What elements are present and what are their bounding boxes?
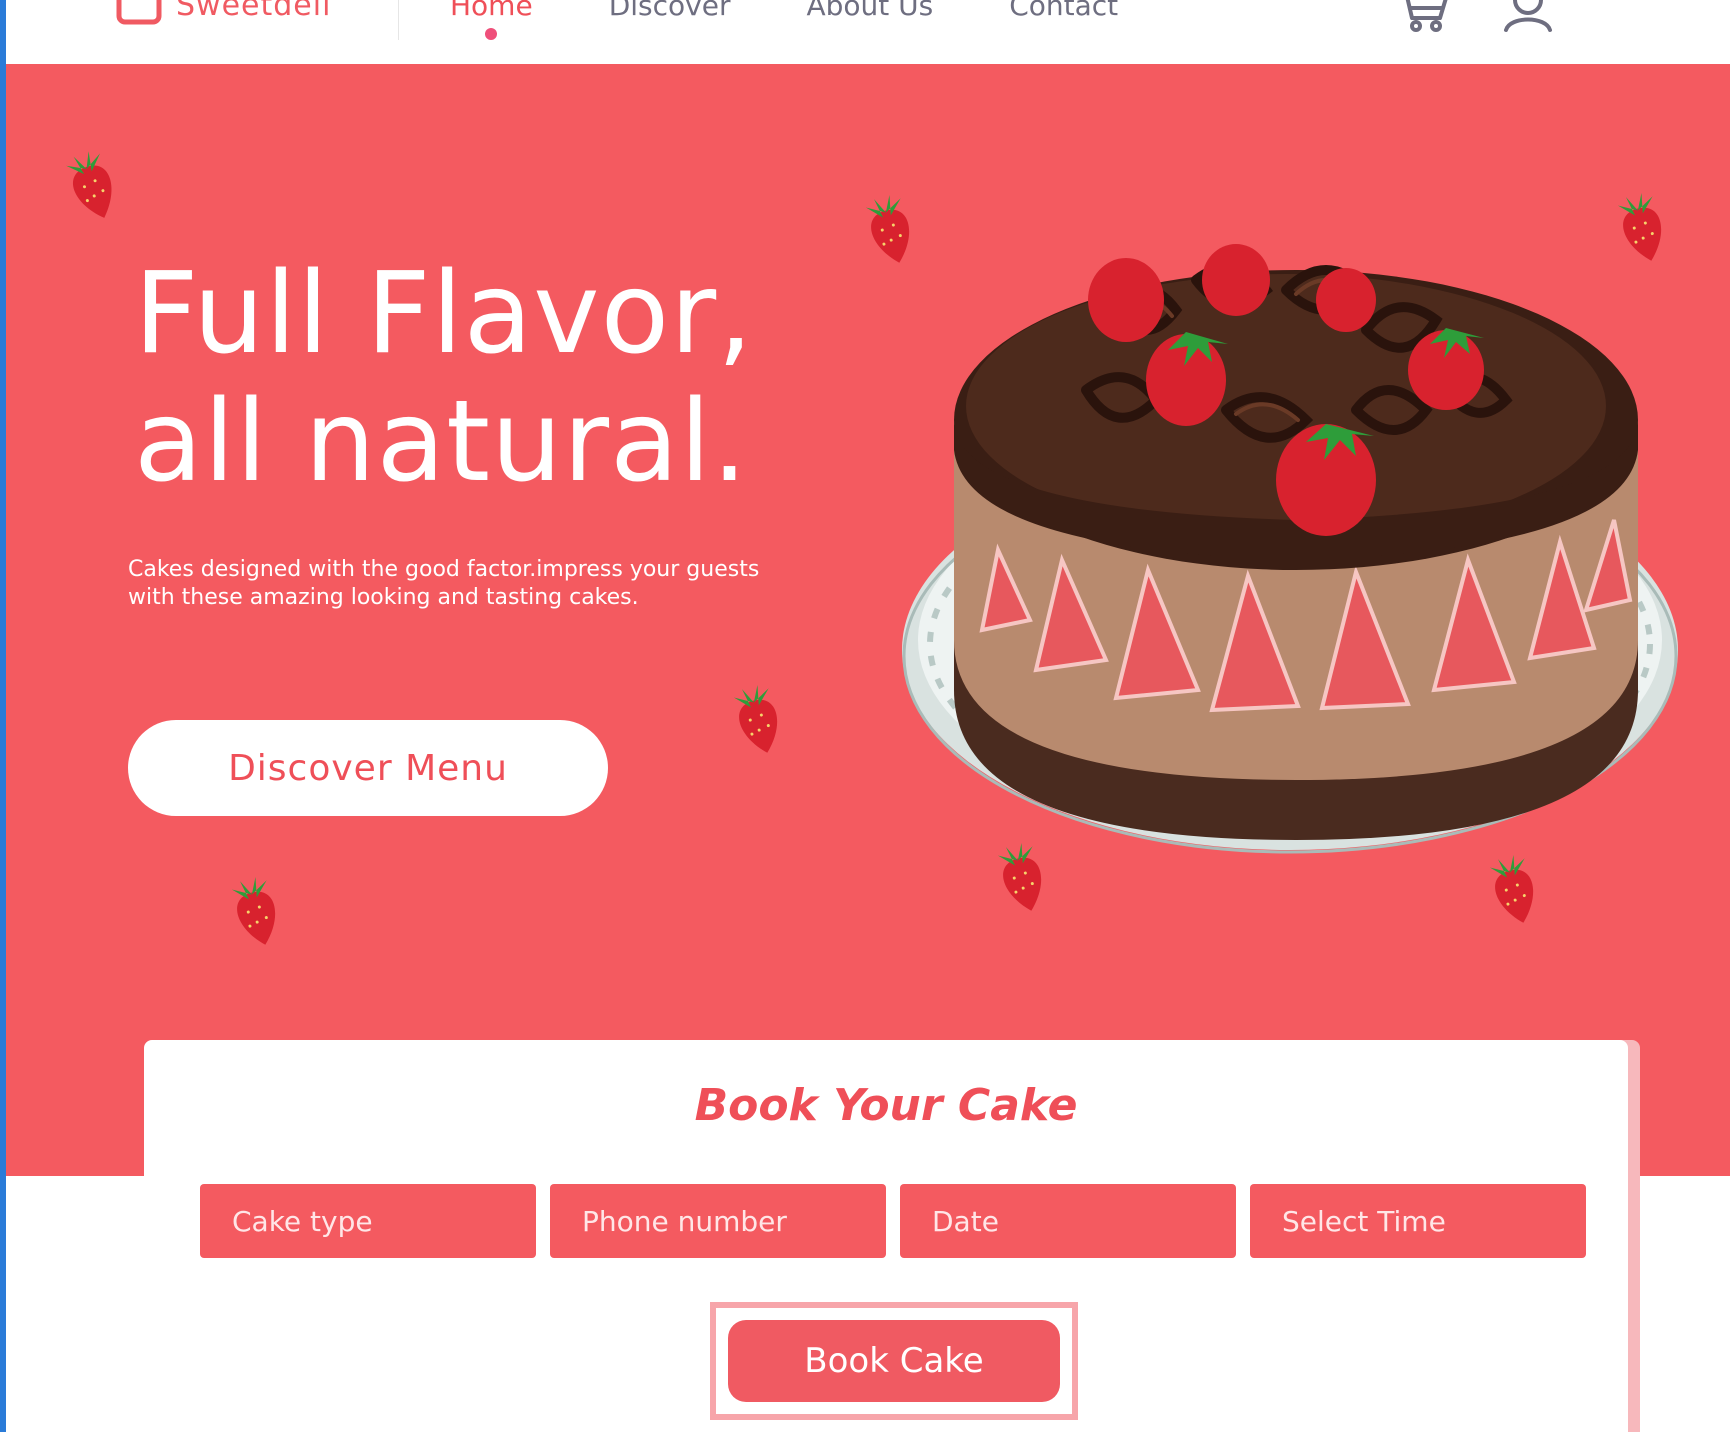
brand-name: Sweetdeli	[176, 0, 332, 23]
discover-menu-button[interactable]: Discover Menu	[128, 720, 608, 816]
user-icon[interactable]	[1500, 0, 1556, 34]
nav-link-about-us[interactable]: About Us	[806, 0, 933, 28]
strawberry-icon	[851, 184, 929, 273]
hero-title-line1: Full Flavor,	[134, 249, 754, 379]
nav-link-discover[interactable]: Discover	[609, 0, 731, 28]
nav-link-label: Discover	[608, 0, 731, 22]
window-edge	[0, 0, 6, 1432]
cake-type-input[interactable]	[200, 1184, 536, 1258]
nav-link-home[interactable]: Home	[450, 0, 533, 40]
nav-link-label: Contact	[1009, 0, 1119, 22]
strawberry-icon	[51, 138, 133, 230]
hero-description: Cakes designed with the good factor.impr…	[128, 557, 760, 610]
hero-title-line2: all natural.	[134, 377, 749, 507]
book-cake-button[interactable]: Book Cake	[728, 1320, 1060, 1402]
cake-image	[886, 220, 1686, 880]
strawberry-icon	[719, 674, 797, 763]
book-cake-focus-frame: Book Cake	[710, 1302, 1078, 1420]
nav-link-contact[interactable]: Contact	[1009, 0, 1118, 28]
booking-fields	[200, 1184, 1586, 1258]
nav-divider	[398, 0, 399, 40]
active-indicator-dot	[485, 28, 498, 40]
hero-title: Full Flavor, all natural.	[134, 250, 754, 506]
booking-title: Book Your Cake	[694, 1080, 1078, 1131]
phone-number-input[interactable]	[550, 1184, 886, 1258]
page: Sweetdeli Home Discover About Us Contact	[0, 0, 1730, 1432]
cart-icon[interactable]	[1394, 0, 1450, 34]
select-time-input[interactable]	[1250, 1184, 1586, 1258]
strawberry-icon	[217, 866, 295, 955]
hero-section: Full Flavor, all natural. Cakes designed…	[6, 64, 1730, 1176]
date-input[interactable]	[900, 1184, 1236, 1258]
nav-link-label: About Us	[806, 0, 934, 22]
nav-icons	[1394, 0, 1556, 34]
top-nav: Sweetdeli Home Discover About Us Contact	[6, 0, 1730, 64]
booking-card: Book Your Cake Book Cake	[144, 1040, 1628, 1432]
nav-links: Home Discover About Us Contact	[450, 0, 1194, 40]
cake-box-icon	[116, 0, 162, 26]
nav-link-label: Home	[450, 0, 533, 22]
brand[interactable]: Sweetdeli	[116, 0, 331, 28]
